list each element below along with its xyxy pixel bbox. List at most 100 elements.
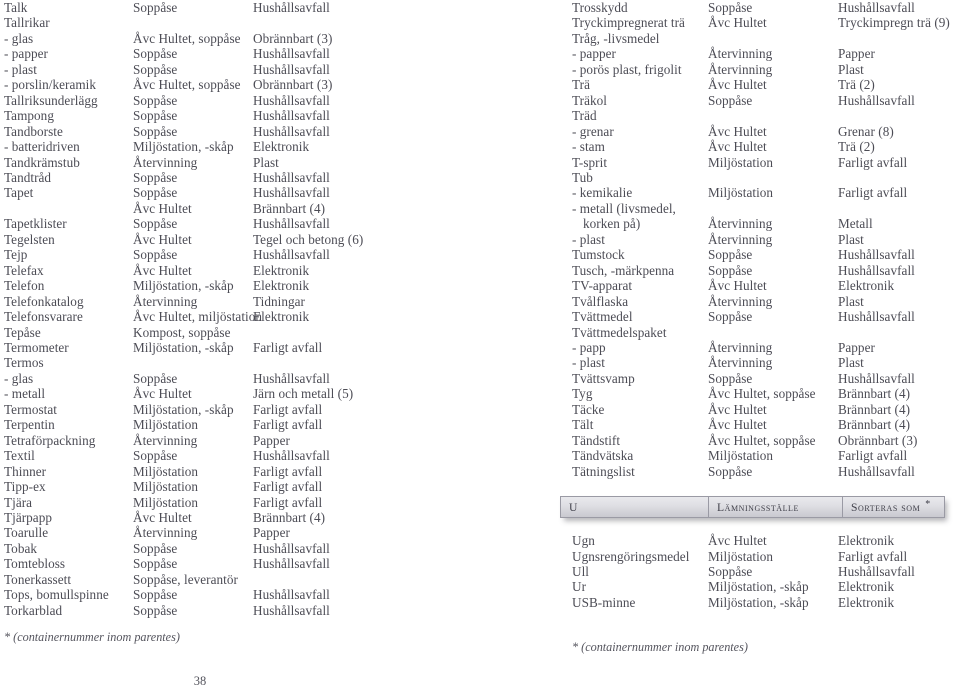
entry-drop-off-place: Soppåse	[708, 370, 753, 386]
entry-sorted-as	[838, 170, 958, 185]
table-row: Ugn Åvc Hultet Elektronik	[572, 533, 958, 548]
entry-drop-off-place: Soppåse	[133, 448, 178, 464]
entry-sorted-as: Hushållsavfall	[253, 0, 330, 15]
entry-item-name: Telefonsvarare	[4, 309, 83, 325]
entry-item-name: - plast	[4, 61, 37, 77]
waste-sorting-table-right-u: Ugn Åvc Hultet Elektronik Ugnsrengöringsmed…	[572, 533, 958, 610]
entry-drop-off-place: Åvc Hultet	[133, 200, 192, 216]
table-row: - stam Åvc Hultet Trä (2)	[572, 139, 958, 154]
table-row: Tvålflaska Återvinning Plast	[572, 294, 958, 309]
page-number: 38	[193, 674, 207, 688]
entry-drop-off-place: Soppåse	[133, 370, 178, 386]
entry-drop-off-place: Soppåse	[133, 123, 178, 139]
table-row: Tusch, -märkpenna Soppåse Hushållsavfall	[572, 263, 958, 278]
table-row: Tub	[572, 170, 958, 185]
entry-sorted-as: Tidningar	[253, 293, 305, 309]
entry-item-name: Tipp-ex	[4, 479, 46, 495]
table-row: Tandtråd Soppåse Hushållsavfall	[4, 170, 534, 185]
table-row: - porös plast, frigolit Återvinning Plast	[572, 62, 958, 77]
entry-sorted-as: Brännbart (4)	[838, 401, 911, 417]
column-heading-sort-text: Sorteras som	[851, 500, 921, 514]
entry-drop-off-place: Miljöstation, -skåp	[708, 579, 809, 595]
entry-drop-off-place: Soppåse	[708, 262, 753, 278]
entry-drop-off-place: Miljöstation, -skåp	[133, 401, 234, 417]
entry-drop-off-place: Återvinning	[708, 231, 773, 247]
entry-drop-off-place	[133, 15, 253, 30]
table-row: Tält Åvc Hultet Brännbart (4)	[572, 417, 958, 432]
entry-sorted-as: Hushållsavfall	[838, 370, 915, 386]
entry-drop-off-place: Soppåse	[133, 61, 178, 77]
table-row: - glas Åvc Hultet, soppåse Obrännbart (3)	[4, 31, 534, 46]
entry-item-name: Tapet	[4, 185, 34, 201]
entry-item-name: Tomtebloss	[4, 556, 66, 572]
column-heading-place: Lämningsställe	[709, 497, 843, 517]
entry-item-name: Tvättmedel	[572, 309, 633, 325]
entry-sorted-as: Hushållsavfall	[253, 556, 330, 572]
entry-drop-off-place: Åvc Hultet	[708, 139, 767, 155]
table-row: - metall Åvc Hultet Järn och metall (5)	[4, 386, 534, 401]
entry-sorted-as: Hushållsavfall	[838, 0, 915, 15]
entry-drop-off-place: Åvc Hultet	[708, 533, 767, 549]
entry-drop-off-place	[708, 201, 838, 216]
entry-drop-off-place: Soppåse	[133, 540, 178, 556]
entry-item-name: Tätningslist	[572, 463, 635, 479]
section-letter-text: U	[569, 500, 578, 514]
table-row: - porslin/keramik Åvc Hultet, soppåse Obrä…	[4, 77, 534, 92]
entry-drop-off-place: Soppåse, leverantör	[133, 571, 238, 587]
entry-item-name: Tvålflaska	[572, 293, 629, 309]
table-row: - plast Återvinning Plast	[572, 355, 958, 370]
entry-item-name: - grenar	[572, 123, 614, 139]
table-row: Tvättmedelspaket	[572, 325, 958, 340]
entry-sorted-as: Hushållsavfall	[253, 185, 330, 201]
entry-item-name: - papper	[572, 46, 616, 62]
entry-sorted-as: Hushållsavfall	[253, 92, 330, 108]
entry-sorted-as: Järn och metall (5)	[253, 386, 354, 402]
table-row: Tandkrämstub Återvinning Plast	[4, 155, 534, 170]
table-row: USB-minne Miljöstation, -skåp Elektronik	[572, 595, 958, 610]
table-row: - kemikalie Miljöstation Farligt avfall	[572, 185, 958, 200]
entry-item-name: - metall	[4, 386, 46, 402]
entry-drop-off-place: Miljöstation	[133, 463, 199, 479]
entry-drop-off-place: Miljöstation, -skåp	[133, 278, 234, 294]
table-row: Telefonsvarare Åvc Hultet, miljöstation El…	[4, 309, 534, 324]
table-row: - batteridriven Miljöstation, -skåp Elektr…	[4, 139, 534, 154]
entry-drop-off-place: Soppåse	[133, 46, 178, 62]
entry-drop-off-place: Miljöstation	[708, 548, 774, 564]
entry-item-name: Tepåse	[4, 324, 41, 340]
entry-drop-off-place: Soppåse	[133, 92, 178, 108]
table-row: Tändvätska Miljöstation Farligt avfall	[572, 448, 958, 463]
footnote-left: * (containernummer inom parentes)	[4, 630, 180, 644]
table-row: Torkarblad Soppåse Hushållsavfall	[4, 603, 534, 618]
entry-item-name: - plast	[572, 355, 605, 371]
entry-item-name: Ur	[572, 579, 587, 595]
entry-item-name	[4, 201, 133, 216]
entry-drop-off-place: Miljöstation	[708, 185, 774, 201]
table-row: - metall (livsmedel,	[572, 201, 958, 216]
entry-sorted-as	[253, 15, 534, 30]
entry-sorted-as: Papper	[838, 339, 875, 355]
table-row: Tändstift Åvc Hultet, soppåse Obrännbart (…	[572, 433, 958, 448]
entry-item-name: TV-apparat	[572, 278, 633, 294]
entry-item-name: Terpentin	[4, 417, 55, 433]
entry-item-name: Tråg, -livsmedel	[572, 30, 660, 46]
entry-sorted-as: Brännbart (4)	[838, 386, 911, 402]
entry-drop-off-place	[708, 325, 838, 340]
entry-sorted-as: Hushållsavfall	[838, 247, 915, 263]
entry-item-name: Tryckimpregnerat trä	[572, 15, 685, 31]
entry-sorted-as: Obrännbart (3)	[838, 432, 918, 448]
entry-sorted-as: Farligt avfall	[253, 494, 323, 510]
table-row: Thinner Miljöstation Farligt avfall	[4, 464, 534, 479]
table-row: TV-apparat Åvc Hultet Elektronik	[572, 278, 958, 293]
table-row: - papper Soppåse Hushållsavfall	[4, 46, 534, 61]
entry-drop-off-place: Soppåse	[133, 587, 178, 603]
entry-item-name: T-sprit	[572, 154, 608, 170]
entry-item-name: Ull	[572, 563, 590, 579]
entry-item-name: - porös plast, frigolit	[572, 61, 682, 77]
entry-sorted-as: Papper	[253, 432, 290, 448]
entry-item-name: Tub	[572, 169, 593, 185]
entry-item-name: Tvättsvamp	[572, 370, 635, 386]
entry-sorted-as: Hushållsavfall	[253, 61, 330, 77]
entry-item-name: Tyg	[572, 386, 593, 402]
entry-sorted-as: Farligt avfall	[838, 448, 908, 464]
entry-drop-off-place: Åvc Hultet	[708, 278, 767, 294]
